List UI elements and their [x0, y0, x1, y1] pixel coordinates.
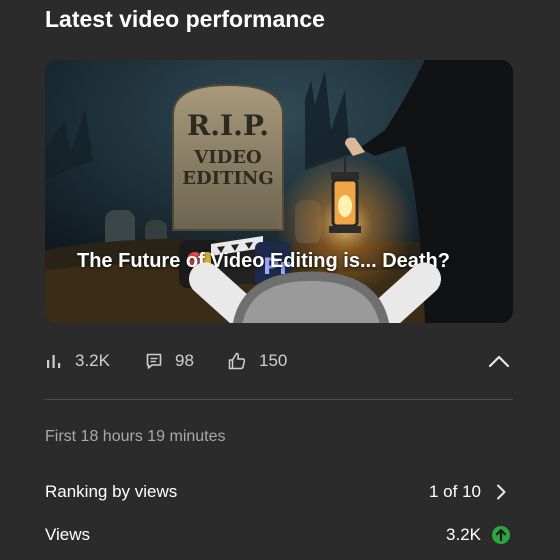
- ranking-value: 1 of 10: [429, 482, 481, 501]
- likes-stat: 150: [227, 346, 287, 376]
- views-count: 3.2K: [75, 351, 110, 370]
- card-title: Latest video performance: [45, 6, 325, 32]
- bar-chart-icon: [47, 355, 61, 368]
- tombstone-line-2: VIDEO: [193, 147, 261, 168]
- headstone-icon: [232, 271, 390, 323]
- thumbnail-title: The Future of Video Editing is... Death?: [77, 246, 487, 323]
- time-period-label: First 18 hours 19 minutes: [45, 428, 226, 445]
- ranking-label: Ranking by views: [45, 482, 178, 501]
- arrow-up-circle-icon: [492, 526, 510, 544]
- video-thumbnail[interactable]: R.I.P. VIDEO EDITING Pr The Future of Vi…: [45, 60, 513, 323]
- likes-count: 150: [259, 351, 288, 370]
- views-value: 3.2K: [446, 525, 481, 544]
- tombstone-line-1: R.I.P.: [187, 109, 269, 142]
- thumbs-up-icon: [228, 352, 246, 370]
- tombstone-line-3: EDITING: [182, 168, 273, 189]
- views-row: Views 3.2K: [45, 523, 513, 549]
- comments-count: 98: [175, 351, 194, 370]
- chevron-up-icon[interactable]: [486, 350, 512, 372]
- latest-video-performance-card: Latest video performance R.I.P. VIDEO ED…: [0, 0, 560, 560]
- chevron-right-icon[interactable]: [491, 482, 511, 502]
- section-divider: [45, 399, 513, 400]
- views-stat: 3.2K: [45, 346, 110, 376]
- comments-stat: 98: [145, 346, 194, 376]
- views-label: Views: [45, 525, 91, 544]
- ranking-row[interactable]: Ranking by views 1 of 10: [45, 480, 513, 506]
- video-stats-bar: 3.2K 98 150: [45, 346, 513, 376]
- comment-icon: [146, 353, 162, 369]
